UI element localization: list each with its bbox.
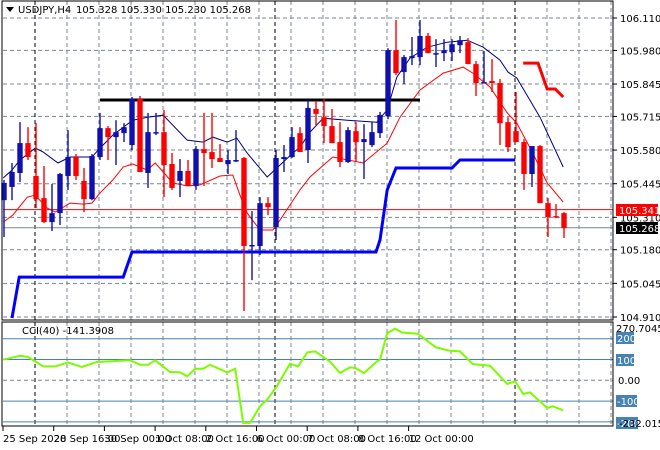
candle-body[interactable] bbox=[281, 157, 287, 160]
candle-body[interactable] bbox=[113, 132, 119, 138]
candle-body[interactable] bbox=[529, 146, 535, 174]
price-axis-label: 104.910 bbox=[620, 313, 660, 324]
candle-body[interactable] bbox=[401, 57, 407, 73]
candle-body[interactable] bbox=[41, 198, 47, 223]
candle-body[interactable] bbox=[521, 142, 527, 174]
candle-body[interactable] bbox=[185, 170, 191, 186]
price-axis-label: 105.715 bbox=[620, 112, 660, 123]
candle-body[interactable] bbox=[153, 132, 159, 134]
candle-body[interactable] bbox=[33, 175, 39, 200]
symbol-label: USDJPY,H4 bbox=[18, 5, 71, 16]
candle-body[interactable] bbox=[57, 173, 63, 214]
candle-body[interactable] bbox=[321, 117, 327, 127]
candle-body[interactable] bbox=[489, 81, 495, 84]
candle-body[interactable] bbox=[481, 82, 487, 84]
cci-level-0-label: 0.00 bbox=[618, 376, 640, 387]
candle-body[interactable] bbox=[393, 50, 399, 74]
candle-body[interactable] bbox=[353, 131, 359, 143]
cci-level-100-tag: 100 bbox=[616, 354, 636, 367]
cci-level-100-label: 100 bbox=[617, 356, 636, 367]
candle-body[interactable] bbox=[561, 213, 567, 229]
price-axis-label: 105.045 bbox=[620, 279, 660, 290]
candle-body[interactable] bbox=[273, 158, 279, 228]
candle-body[interactable] bbox=[121, 127, 127, 134]
candle-body[interactable] bbox=[441, 50, 447, 54]
candle-body[interactable] bbox=[145, 132, 151, 173]
last-price-label: 105.268 bbox=[619, 224, 660, 235]
candle-body[interactable] bbox=[241, 158, 247, 246]
candle-body[interactable] bbox=[137, 98, 143, 172]
candle-body[interactable] bbox=[105, 128, 111, 138]
bid-price-label: 105.341 bbox=[619, 206, 660, 217]
candle-body[interactable] bbox=[129, 98, 135, 146]
candle-body[interactable] bbox=[289, 137, 295, 158]
candle-body[interactable] bbox=[25, 143, 31, 158]
price-axis-label: 105.445 bbox=[620, 180, 660, 191]
candle-body[interactable] bbox=[97, 128, 103, 158]
candle-body[interactable] bbox=[49, 213, 55, 223]
candle-body[interactable] bbox=[417, 35, 423, 58]
candle-body[interactable] bbox=[81, 180, 87, 200]
candle-body[interactable] bbox=[425, 35, 431, 54]
bid-price-tag: 105.341 bbox=[616, 204, 660, 217]
candle-body[interactable] bbox=[217, 158, 223, 163]
candle-body[interactable] bbox=[385, 50, 391, 117]
trading-chart[interactable]: USDJPY,H4 105.328 105.330 105.230 105.26… bbox=[0, 0, 660, 450]
ohlc-label: 105.328 105.330 105.230 105.268 bbox=[76, 5, 251, 16]
candle-body[interactable] bbox=[257, 203, 263, 246]
candle-body[interactable] bbox=[369, 132, 375, 146]
candle-body[interactable] bbox=[305, 107, 311, 151]
candle-body[interactable] bbox=[161, 132, 167, 166]
price-axis-label: 105.980 bbox=[620, 46, 660, 57]
candle-body[interactable] bbox=[313, 108, 319, 114]
candle-body[interactable] bbox=[377, 114, 383, 134]
cci-level-minus100-tag: -100 bbox=[616, 395, 640, 408]
last-price-tag: 105.268 bbox=[616, 222, 660, 235]
candle-body[interactable] bbox=[89, 156, 95, 200]
candle-body[interactable] bbox=[193, 149, 199, 186]
candle-body[interactable] bbox=[361, 139, 367, 143]
candle-body[interactable] bbox=[449, 44, 455, 53]
candle-body[interactable] bbox=[233, 160, 239, 162]
candle-body[interactable] bbox=[473, 64, 479, 84]
candle-body[interactable] bbox=[329, 126, 335, 144]
candle-body[interactable] bbox=[545, 203, 551, 218]
price-axis-label: 105.180 bbox=[620, 246, 660, 257]
time-axis-label: 12 Oct 00:00 bbox=[409, 434, 474, 445]
candle-body[interactable] bbox=[553, 216, 559, 218]
candle-body[interactable] bbox=[249, 244, 255, 247]
candle-body[interactable] bbox=[465, 42, 471, 65]
candle-body[interactable] bbox=[177, 170, 183, 181]
cci-title: CCI(40) -141.3908 bbox=[22, 326, 114, 337]
candle-body[interactable] bbox=[497, 83, 503, 124]
price-axis-label: 105.845 bbox=[620, 80, 660, 91]
candle-body[interactable] bbox=[433, 53, 439, 55]
price-axis-label: 106.110 bbox=[620, 14, 660, 25]
candle-body[interactable] bbox=[505, 122, 511, 148]
candle-body[interactable] bbox=[201, 149, 207, 154]
candle-body[interactable] bbox=[169, 164, 175, 188]
cci-level-minus100-label: -100 bbox=[617, 397, 640, 408]
candle-body[interactable] bbox=[17, 143, 23, 173]
cci-level-200-label: 200 bbox=[617, 334, 636, 345]
cci-min-label: -232.0152 bbox=[619, 419, 660, 430]
candle-body[interactable] bbox=[457, 40, 463, 46]
candle-body[interactable] bbox=[337, 142, 343, 163]
candle-body[interactable] bbox=[513, 131, 519, 143]
cci-level-200-tag: 200 bbox=[616, 332, 636, 345]
candle-body[interactable] bbox=[73, 157, 79, 176]
candle-body[interactable] bbox=[265, 203, 271, 208]
candle-body[interactable] bbox=[209, 152, 215, 160]
candle-body[interactable] bbox=[225, 160, 231, 165]
candle-body[interactable] bbox=[537, 146, 543, 204]
price-axis-label: 105.580 bbox=[620, 146, 660, 157]
candle-body[interactable] bbox=[409, 56, 415, 59]
candle-body[interactable] bbox=[65, 157, 71, 176]
candle-body[interactable] bbox=[297, 133, 303, 153]
candle-body[interactable] bbox=[9, 171, 15, 187]
candle-body[interactable] bbox=[345, 130, 351, 163]
